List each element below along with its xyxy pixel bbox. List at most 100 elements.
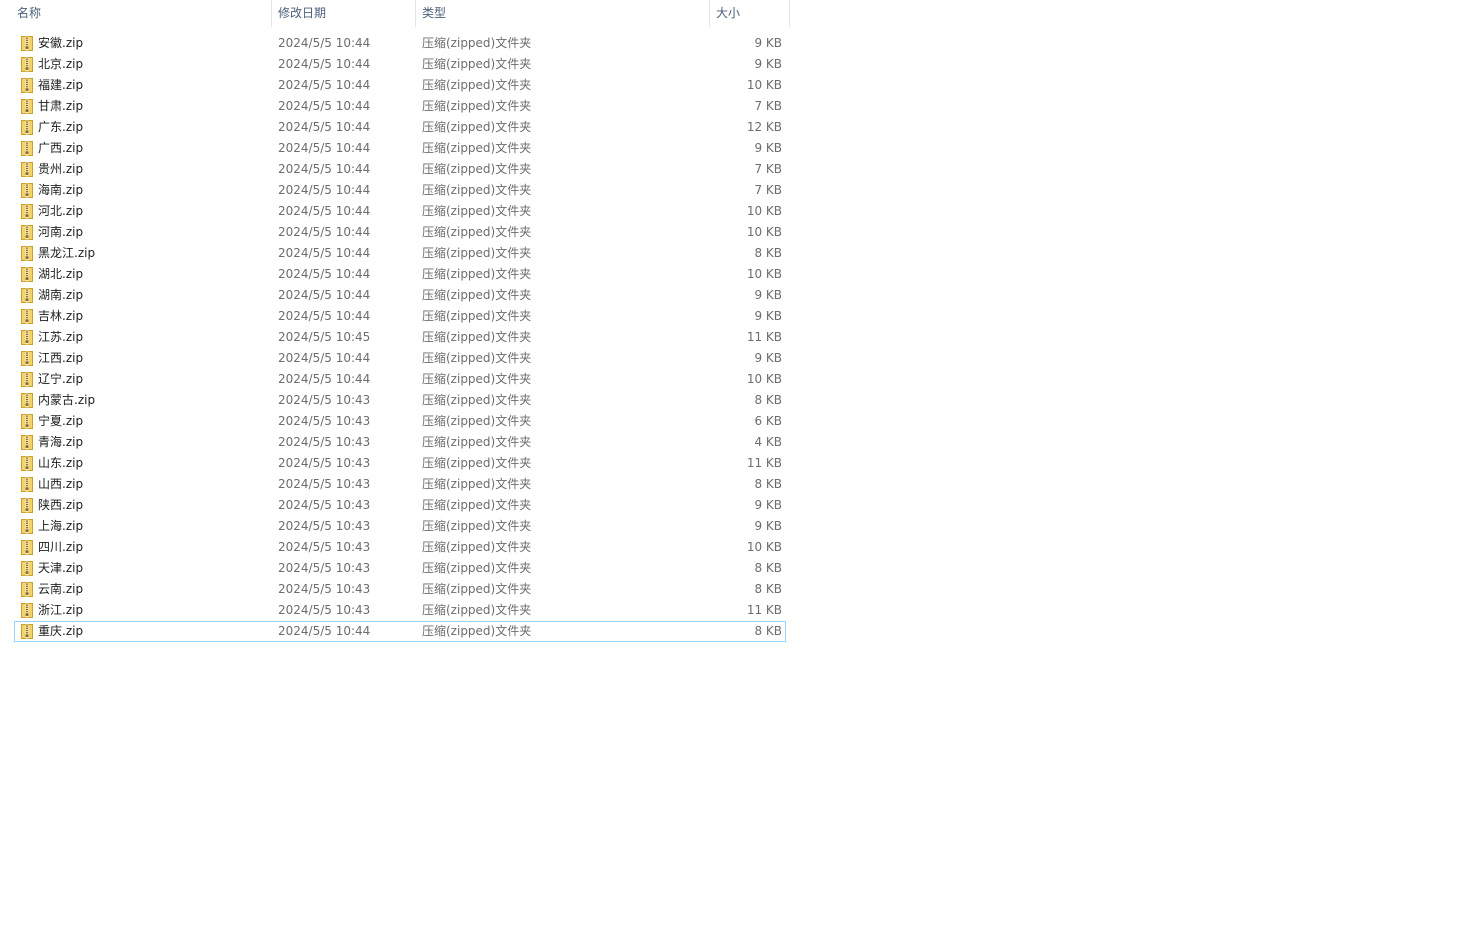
file-row[interactable]: 内蒙古.zip 2024/5/5 10:43 压缩(zipped)文件夹 8 KB: [14, 390, 786, 411]
file-type: 压缩(zipped)文件夹: [422, 78, 532, 92]
file-modified-date: 2024/5/5 10:43: [278, 414, 371, 428]
file-row[interactable]: 贵州.zip 2024/5/5 10:44 压缩(zipped)文件夹 7 KB: [14, 159, 786, 180]
file-name: 海南.zip: [38, 183, 84, 197]
file-name: 青海.zip: [38, 435, 84, 449]
file-modified-date: 2024/5/5 10:43: [278, 519, 371, 533]
file-modified-date: 2024/5/5 10:44: [278, 141, 371, 155]
file-row[interactable]: 天津.zip 2024/5/5 10:43 压缩(zipped)文件夹 8 KB: [14, 558, 786, 579]
file-row[interactable]: 上海.zip 2024/5/5 10:43 压缩(zipped)文件夹 9 KB: [14, 516, 786, 537]
file-row[interactable]: 江西.zip 2024/5/5 10:44 压缩(zipped)文件夹 9 KB: [14, 348, 786, 369]
zip-folder-icon: [21, 141, 33, 156]
file-type: 压缩(zipped)文件夹: [422, 120, 532, 134]
file-row[interactable]: 海南.zip 2024/5/5 10:44 压缩(zipped)文件夹 7 KB: [14, 180, 786, 201]
file-modified-date: 2024/5/5 10:43: [278, 477, 371, 491]
file-modified-date: 2024/5/5 10:44: [278, 57, 371, 71]
file-row[interactable]: 甘肃.zip 2024/5/5 10:44 压缩(zipped)文件夹 7 KB: [14, 96, 786, 117]
file-row[interactable]: 湖南.zip 2024/5/5 10:44 压缩(zipped)文件夹 9 KB: [14, 285, 786, 306]
file-size: 10 KB: [746, 267, 782, 281]
column-header-bar: 名称 ^ 修改日期 类型 大小: [0, 0, 790, 27]
file-row[interactable]: 山东.zip 2024/5/5 10:43 压缩(zipped)文件夹 11 KB: [14, 453, 786, 474]
file-row[interactable]: 浙江.zip 2024/5/5 10:43 压缩(zipped)文件夹 11 KB: [14, 600, 786, 621]
column-header-size[interactable]: 大小: [710, 0, 790, 27]
file-name: 湖北.zip: [38, 267, 84, 281]
file-size: 9 KB: [754, 288, 782, 302]
file-row[interactable]: 河北.zip 2024/5/5 10:44 压缩(zipped)文件夹 10 KB: [14, 201, 786, 222]
column-header-date[interactable]: 修改日期: [272, 0, 415, 27]
file-name: 浙江.zip: [38, 603, 84, 617]
file-name: 安徽.zip: [38, 36, 84, 50]
column-resize-handle-size[interactable]: [789, 0, 790, 27]
zip-folder-icon: [21, 372, 33, 387]
file-modified-date: 2024/5/5 10:44: [278, 36, 371, 50]
file-size: 10 KB: [746, 78, 782, 92]
file-size: 8 KB: [754, 582, 782, 596]
zip-folder-icon: [21, 78, 33, 93]
file-row[interactable]: 吉林.zip 2024/5/5 10:44 压缩(zipped)文件夹 9 KB: [14, 306, 786, 327]
file-size: 9 KB: [754, 309, 782, 323]
file-size: 11 KB: [746, 603, 782, 617]
file-row[interactable]: 辽宁.zip 2024/5/5 10:44 压缩(zipped)文件夹 10 KB: [14, 369, 786, 390]
file-name: 广东.zip: [38, 120, 84, 134]
file-size: 8 KB: [754, 246, 782, 260]
file-type: 压缩(zipped)文件夹: [422, 141, 532, 155]
file-row[interactable]: 山西.zip 2024/5/5 10:43 压缩(zipped)文件夹 8 KB: [14, 474, 786, 495]
file-row[interactable]: 青海.zip 2024/5/5 10:43 压缩(zipped)文件夹 4 KB: [14, 432, 786, 453]
zip-folder-icon: [21, 330, 33, 345]
file-name: 黑龙江.zip: [38, 246, 96, 260]
zip-folder-icon: [21, 498, 33, 513]
file-size: 7 KB: [754, 183, 782, 197]
file-row[interactable]: 广西.zip 2024/5/5 10:44 压缩(zipped)文件夹 9 KB: [14, 138, 786, 159]
file-modified-date: 2024/5/5 10:44: [278, 309, 371, 323]
file-modified-date: 2024/5/5 10:43: [278, 498, 371, 512]
file-row[interactable]: 河南.zip 2024/5/5 10:44 压缩(zipped)文件夹 10 KB: [14, 222, 786, 243]
column-header-type[interactable]: 类型: [416, 0, 709, 27]
file-size: 11 KB: [746, 456, 782, 470]
file-name: 重庆.zip: [38, 624, 84, 638]
file-row[interactable]: 北京.zip 2024/5/5 10:44 压缩(zipped)文件夹 9 KB: [14, 54, 786, 75]
file-type: 压缩(zipped)文件夹: [422, 330, 532, 344]
file-row[interactable]: 黑龙江.zip 2024/5/5 10:44 压缩(zipped)文件夹 8 KB: [14, 243, 786, 264]
file-size: 12 KB: [746, 120, 782, 134]
file-row[interactable]: 重庆.zip 2024/5/5 10:44 压缩(zipped)文件夹 8 KB: [14, 621, 786, 642]
file-row[interactable]: 福建.zip 2024/5/5 10:44 压缩(zipped)文件夹 10 KB: [14, 75, 786, 96]
file-row[interactable]: 宁夏.zip 2024/5/5 10:43 压缩(zipped)文件夹 6 KB: [14, 411, 786, 432]
file-row[interactable]: 陕西.zip 2024/5/5 10:43 压缩(zipped)文件夹 9 KB: [14, 495, 786, 516]
file-row[interactable]: 湖北.zip 2024/5/5 10:44 压缩(zipped)文件夹 10 KB: [14, 264, 786, 285]
file-name: 辽宁.zip: [38, 372, 84, 386]
zip-folder-icon: [21, 36, 33, 51]
zip-folder-icon: [21, 477, 33, 492]
file-row[interactable]: 江苏.zip 2024/5/5 10:45 压缩(zipped)文件夹 11 KB: [14, 327, 786, 348]
file-modified-date: 2024/5/5 10:44: [278, 246, 371, 260]
file-list: 安徽.zip 2024/5/5 10:44 压缩(zipped)文件夹 9 KB 北京.…: [14, 33, 786, 642]
file-size: 9 KB: [754, 498, 782, 512]
zip-folder-icon: [21, 435, 33, 450]
zip-folder-icon: [21, 57, 33, 72]
file-name: 甘肃.zip: [38, 99, 84, 113]
file-modified-date: 2024/5/5 10:44: [278, 267, 371, 281]
file-type: 压缩(zipped)文件夹: [422, 393, 532, 407]
file-name: 广西.zip: [38, 141, 84, 155]
file-modified-date: 2024/5/5 10:43: [278, 561, 371, 575]
file-row[interactable]: 广东.zip 2024/5/5 10:44 压缩(zipped)文件夹 12 KB: [14, 117, 786, 138]
file-type: 压缩(zipped)文件夹: [422, 246, 532, 260]
file-size: 9 KB: [754, 57, 782, 71]
file-row[interactable]: 四川.zip 2024/5/5 10:43 压缩(zipped)文件夹 10 KB: [14, 537, 786, 558]
file-name: 北京.zip: [38, 57, 84, 71]
file-name: 河北.zip: [38, 204, 84, 218]
file-name: 山西.zip: [38, 477, 84, 491]
file-size: 7 KB: [754, 162, 782, 176]
zip-folder-icon: [21, 414, 33, 429]
file-name: 吉林.zip: [38, 309, 84, 323]
file-name: 福建.zip: [38, 78, 84, 92]
file-row[interactable]: 安徽.zip 2024/5/5 10:44 压缩(zipped)文件夹 9 KB: [14, 33, 786, 54]
file-size: 8 KB: [754, 477, 782, 491]
zip-folder-icon: [21, 120, 33, 135]
file-name: 四川.zip: [38, 540, 84, 554]
zip-folder-icon: [21, 603, 33, 618]
file-type: 压缩(zipped)文件夹: [422, 99, 532, 113]
file-modified-date: 2024/5/5 10:44: [278, 183, 371, 197]
file-modified-date: 2024/5/5 10:43: [278, 393, 371, 407]
file-row[interactable]: 云南.zip 2024/5/5 10:43 压缩(zipped)文件夹 8 KB: [14, 579, 786, 600]
file-name: 江苏.zip: [38, 330, 84, 344]
file-modified-date: 2024/5/5 10:43: [278, 582, 371, 596]
